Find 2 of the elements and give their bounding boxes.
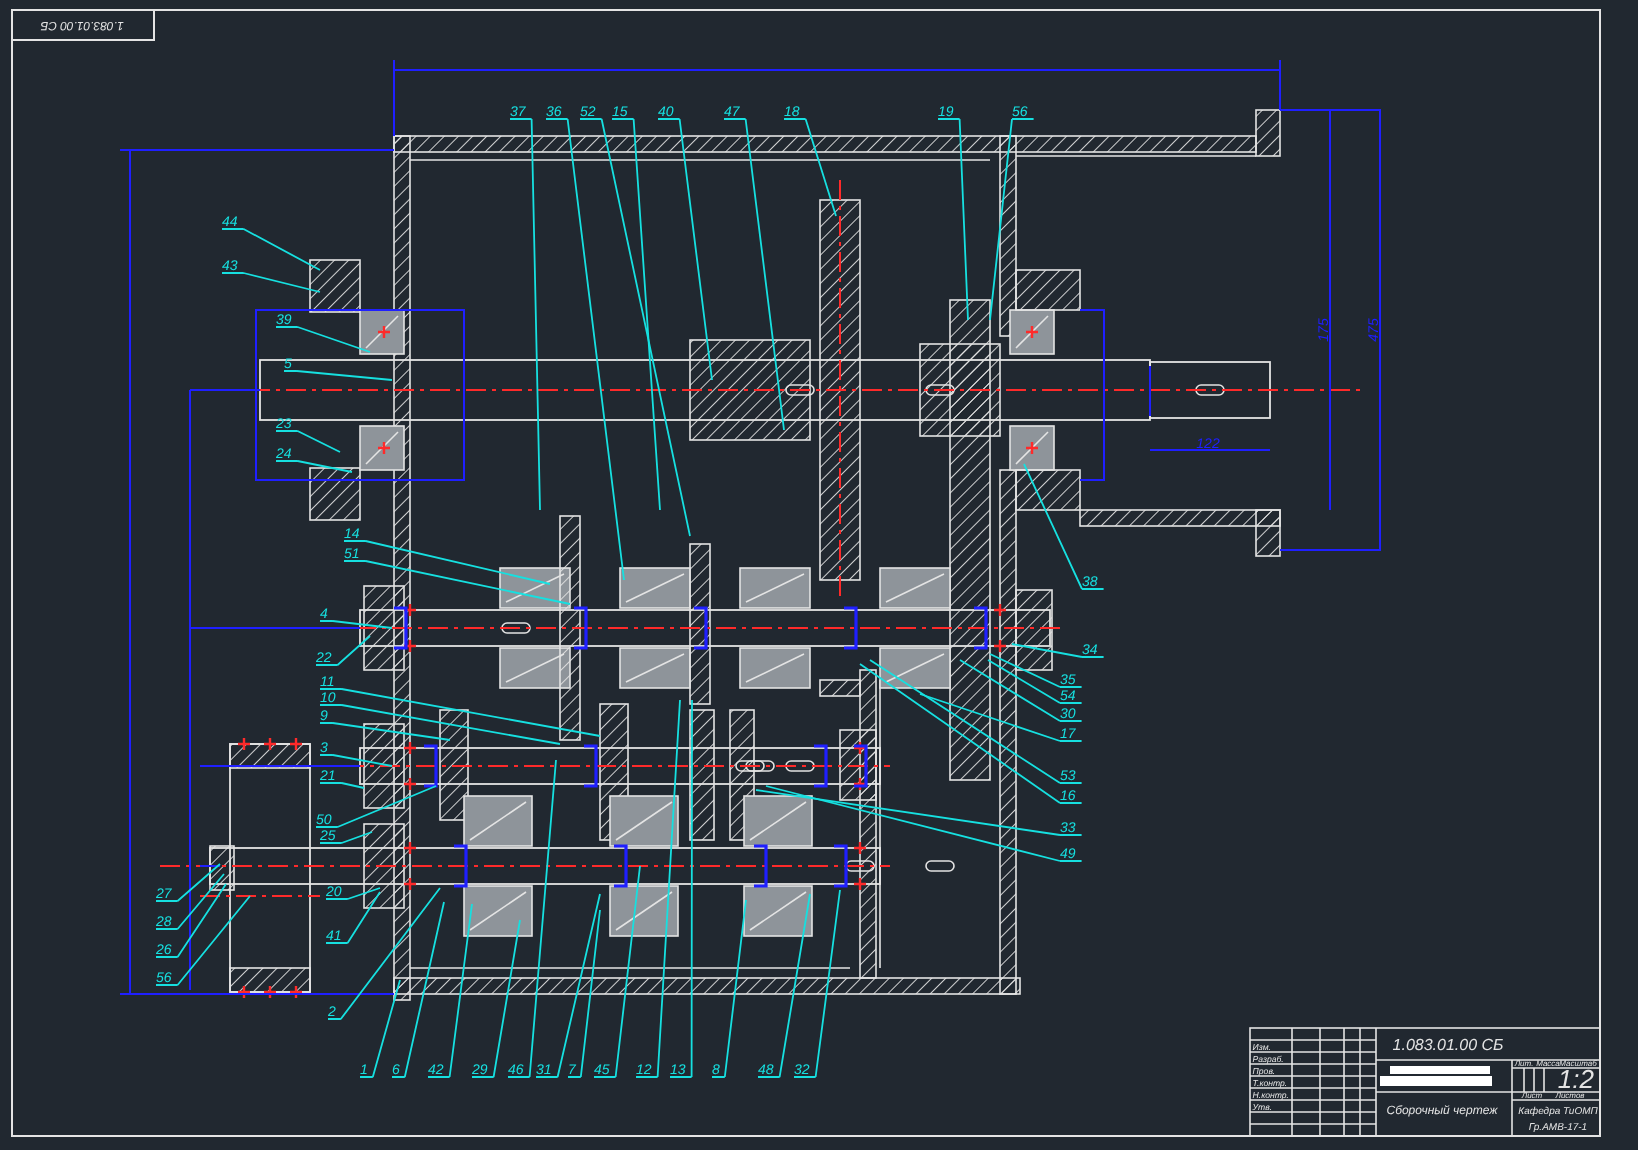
scale-value: 1:2 bbox=[1557, 1064, 1594, 1094]
drawing-designation: 1.083.01.00 СБ bbox=[1392, 1036, 1504, 1054]
